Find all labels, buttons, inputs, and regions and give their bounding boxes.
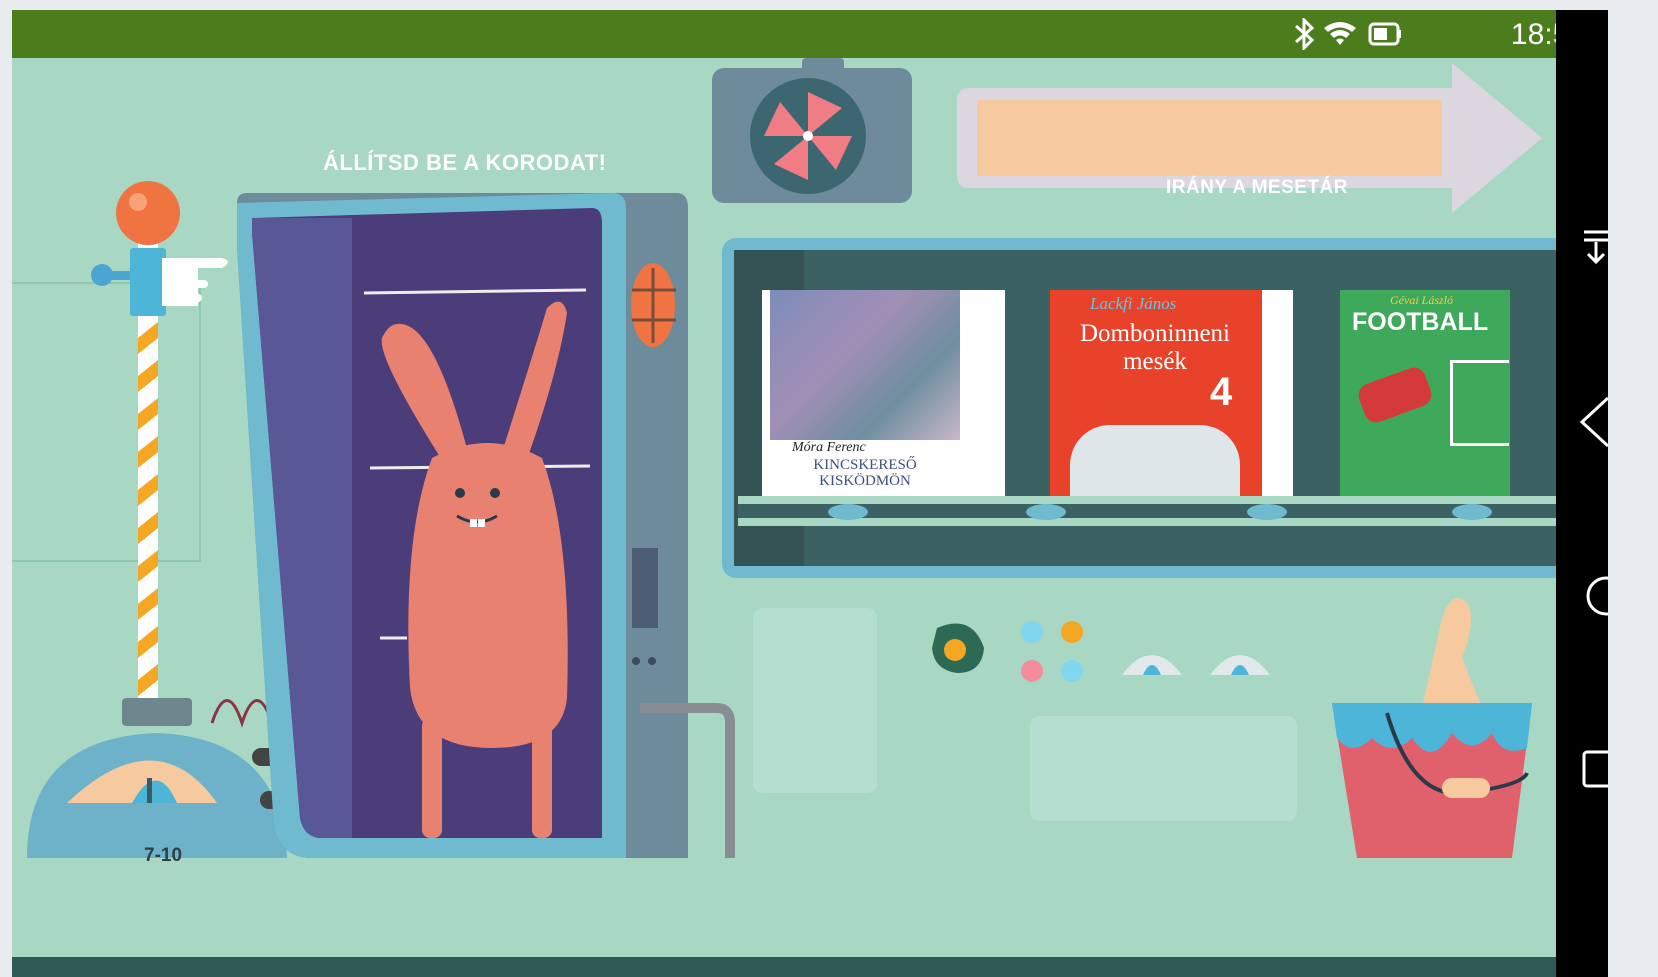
age-lever[interactable] <box>91 181 228 703</box>
book-card[interactable]: Móra Ferenc KINCSKERESŐ KISKÖDMÖN <box>762 290 1005 496</box>
book-title: FOOTBALL <box>1352 308 1489 336</box>
book-card[interactable]: Lackfi János Domboninneni mesék 4 <box>1050 290 1293 496</box>
app-screen: 18:51 ÁLLÍTSD BE A KORODAT! 7-10 IRÁNY A… <box>12 10 1608 977</box>
library-button[interactable]: IRÁNY A MESETÁR <box>1032 148 1482 228</box>
notification-pulldown-icon[interactable] <box>1584 230 1608 265</box>
pinwheel-camera <box>712 58 912 203</box>
book-author: Gévai László <box>1390 293 1453 307</box>
book-title: KINCSKERESŐ KISKÖDMÖN <box>813 457 917 489</box>
bottom-bar <box>12 957 1608 977</box>
age-selector-title: ÁLLÍTSD BE A KORODAT! <box>323 150 607 175</box>
book-cover-art <box>770 290 960 440</box>
book-cover-player <box>1355 364 1435 426</box>
wifi-icon <box>1324 22 1356 45</box>
age-value-label: 7-10 <box>144 845 183 866</box>
book-author: Lackfi János <box>1090 294 1177 313</box>
game-scene: ÁLLÍTSD BE A KORODAT! 7-10 IRÁNY A MESET… <box>12 58 1608 977</box>
bluetooth-icon <box>1295 18 1315 50</box>
book-cover-characters <box>1070 425 1240 496</box>
wall-panel <box>12 282 201 562</box>
nav-icons <box>1579 230 1608 788</box>
recents-icon[interactable] <box>1582 750 1608 788</box>
book-card[interactable]: Gévai László FOOTBALL <box>1340 290 1510 496</box>
book-author: Móra Ferenc <box>792 440 866 455</box>
back-icon[interactable] <box>1579 396 1608 448</box>
status-bar: 18:51 <box>12 10 1608 58</box>
book-number: 4 <box>1210 370 1233 414</box>
paint-bucket <box>1332 598 1532 858</box>
battery-icon <box>1368 22 1401 46</box>
home-icon[interactable] <box>1586 576 1608 616</box>
control-panel <box>753 608 1297 821</box>
system-nav-bar <box>1556 10 1608 977</box>
book-title: Domboninneni mesék <box>1080 320 1230 375</box>
age-gauge <box>27 698 300 858</box>
book-cover-goal <box>1450 360 1509 446</box>
status-icons <box>1295 18 1401 50</box>
